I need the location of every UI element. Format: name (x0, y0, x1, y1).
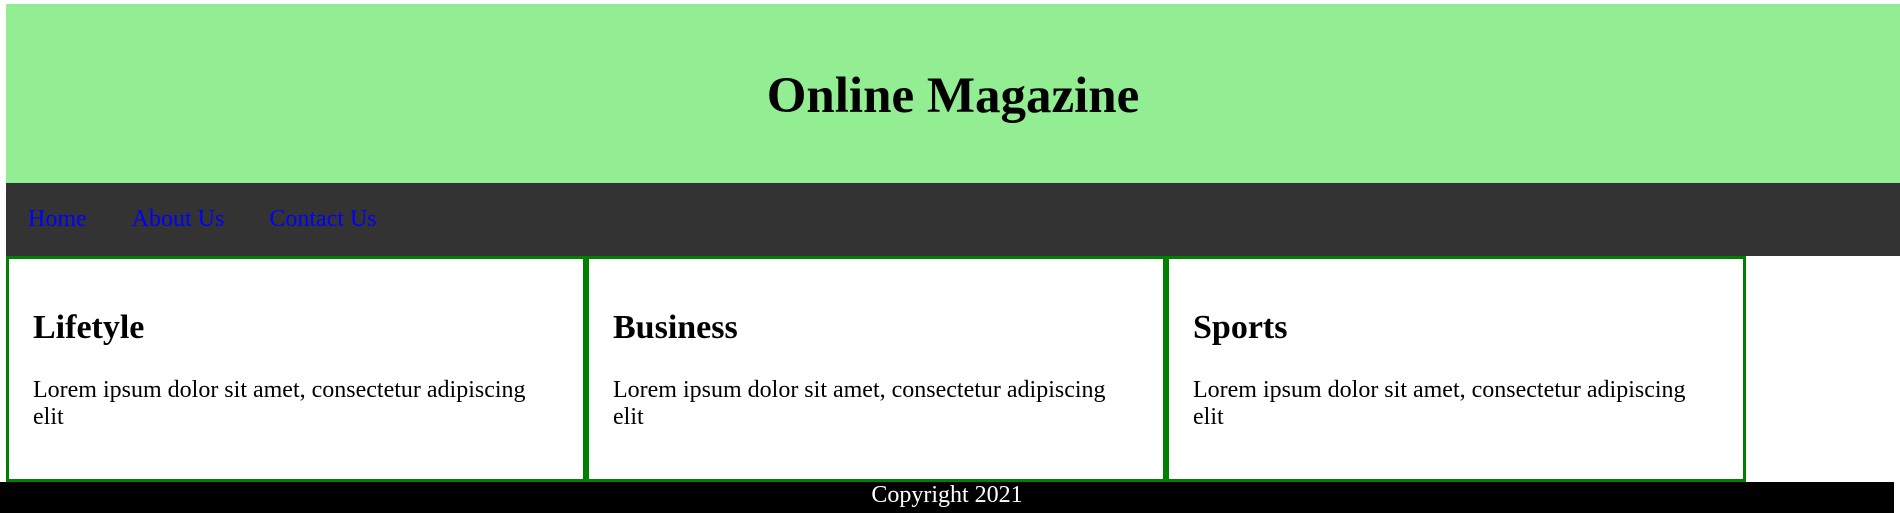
page: Online Magazine Home About Us Contact Us… (6, 4, 1900, 488)
card-text: Lorem ipsum dolor sit amet, consectetur … (33, 377, 526, 430)
card-sports: Sports Lorem ipsum dolor sit amet, conse… (1166, 256, 1746, 482)
card-title: Sports (1193, 309, 1288, 346)
article-columns: Lifetyle Lorem ipsum dolor sit amet, con… (6, 256, 1900, 488)
nav-link-contact-us[interactable]: Contact Us (269, 206, 376, 233)
card-business: Business Lorem ipsum dolor sit amet, con… (586, 256, 1166, 482)
main-nav: Home About Us Contact Us (6, 183, 1900, 256)
site-header: Online Magazine (6, 4, 1900, 183)
site-footer: Copyright 2021 (0, 482, 1894, 513)
card-lifestyle: Lifetyle Lorem ipsum dolor sit amet, con… (6, 256, 586, 482)
card-text: Lorem ipsum dolor sit amet, consectetur … (1193, 377, 1686, 430)
footer-copyright: Copyright 2021 (871, 482, 1023, 508)
nav-link-home[interactable]: Home (28, 206, 87, 233)
site-title: Online Magazine (766, 68, 1140, 124)
nav-link-about-us[interactable]: About Us (132, 206, 225, 233)
card-text: Lorem ipsum dolor sit amet, consectetur … (613, 377, 1106, 430)
card-title: Lifetyle (33, 309, 145, 346)
card-title: Business (613, 309, 738, 346)
